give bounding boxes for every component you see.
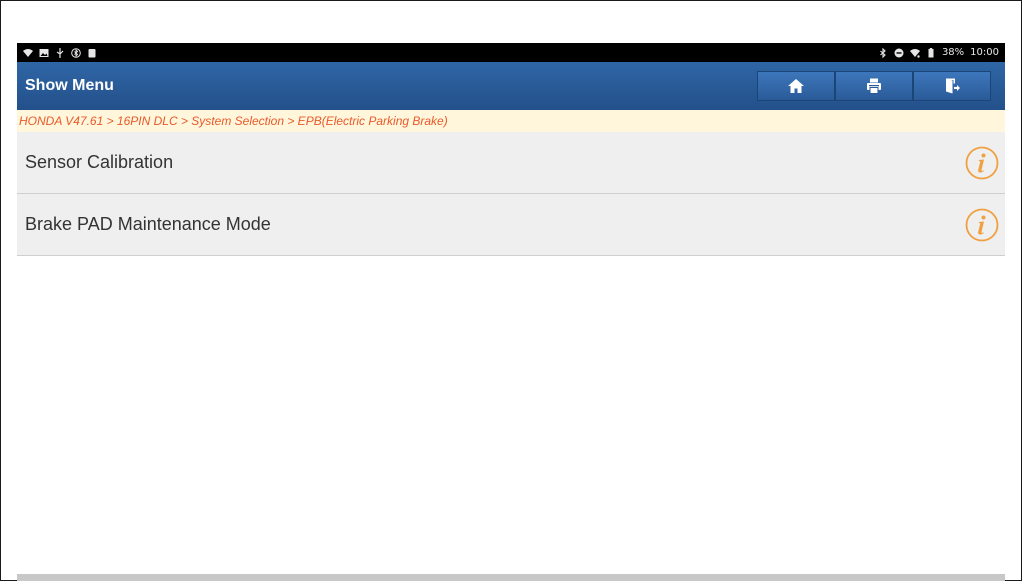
print-button[interactable]	[835, 71, 913, 101]
battery-percent: 38%	[941, 46, 965, 58]
status-bar: 38% 10:00	[17, 43, 1005, 62]
screenshot-frame: 38% 10:00 Show Menu HONDA V47.61 > 16PIN…	[0, 0, 1022, 581]
print-icon	[865, 77, 883, 95]
toolbar-buttons	[757, 71, 991, 101]
info-icon[interactable]	[965, 208, 999, 242]
bluetooth-circle-icon	[71, 47, 81, 58]
clock-time: 10:00	[970, 46, 999, 58]
battery-icon	[926, 47, 936, 58]
image-icon	[39, 48, 49, 58]
exit-button[interactable]	[913, 71, 991, 101]
usb-icon	[55, 47, 65, 58]
wifi-signal-icon	[909, 48, 920, 58]
wifi-icon	[23, 48, 33, 58]
bluetooth-icon	[878, 47, 888, 58]
lock-icon	[87, 48, 97, 58]
menu-item-brake-pad-maintenance[interactable]: Brake PAD Maintenance Mode	[17, 194, 1005, 256]
menu-item-label: Sensor Calibration	[25, 152, 174, 172]
home-icon	[787, 77, 805, 95]
device-screen: 38% 10:00 Show Menu HONDA V47.61 > 16PIN…	[17, 43, 1005, 581]
menu-list: Sensor Calibration Brake PAD Maintenance…	[17, 132, 1005, 256]
status-left	[23, 47, 97, 58]
minus-circle-icon	[894, 48, 904, 58]
status-right: 38% 10:00	[878, 46, 999, 58]
exit-icon	[943, 77, 961, 95]
info-icon[interactable]	[965, 146, 999, 180]
menu-item-sensor-calibration[interactable]: Sensor Calibration	[17, 132, 1005, 194]
title-bar: Show Menu	[17, 62, 1005, 110]
breadcrumb: HONDA V47.61 > 16PIN DLC > System Select…	[17, 110, 1005, 132]
menu-item-label: Brake PAD Maintenance Mode	[25, 214, 271, 234]
page-title: Show Menu	[25, 77, 114, 94]
bottom-bar	[17, 574, 1005, 581]
home-button[interactable]	[757, 71, 835, 101]
